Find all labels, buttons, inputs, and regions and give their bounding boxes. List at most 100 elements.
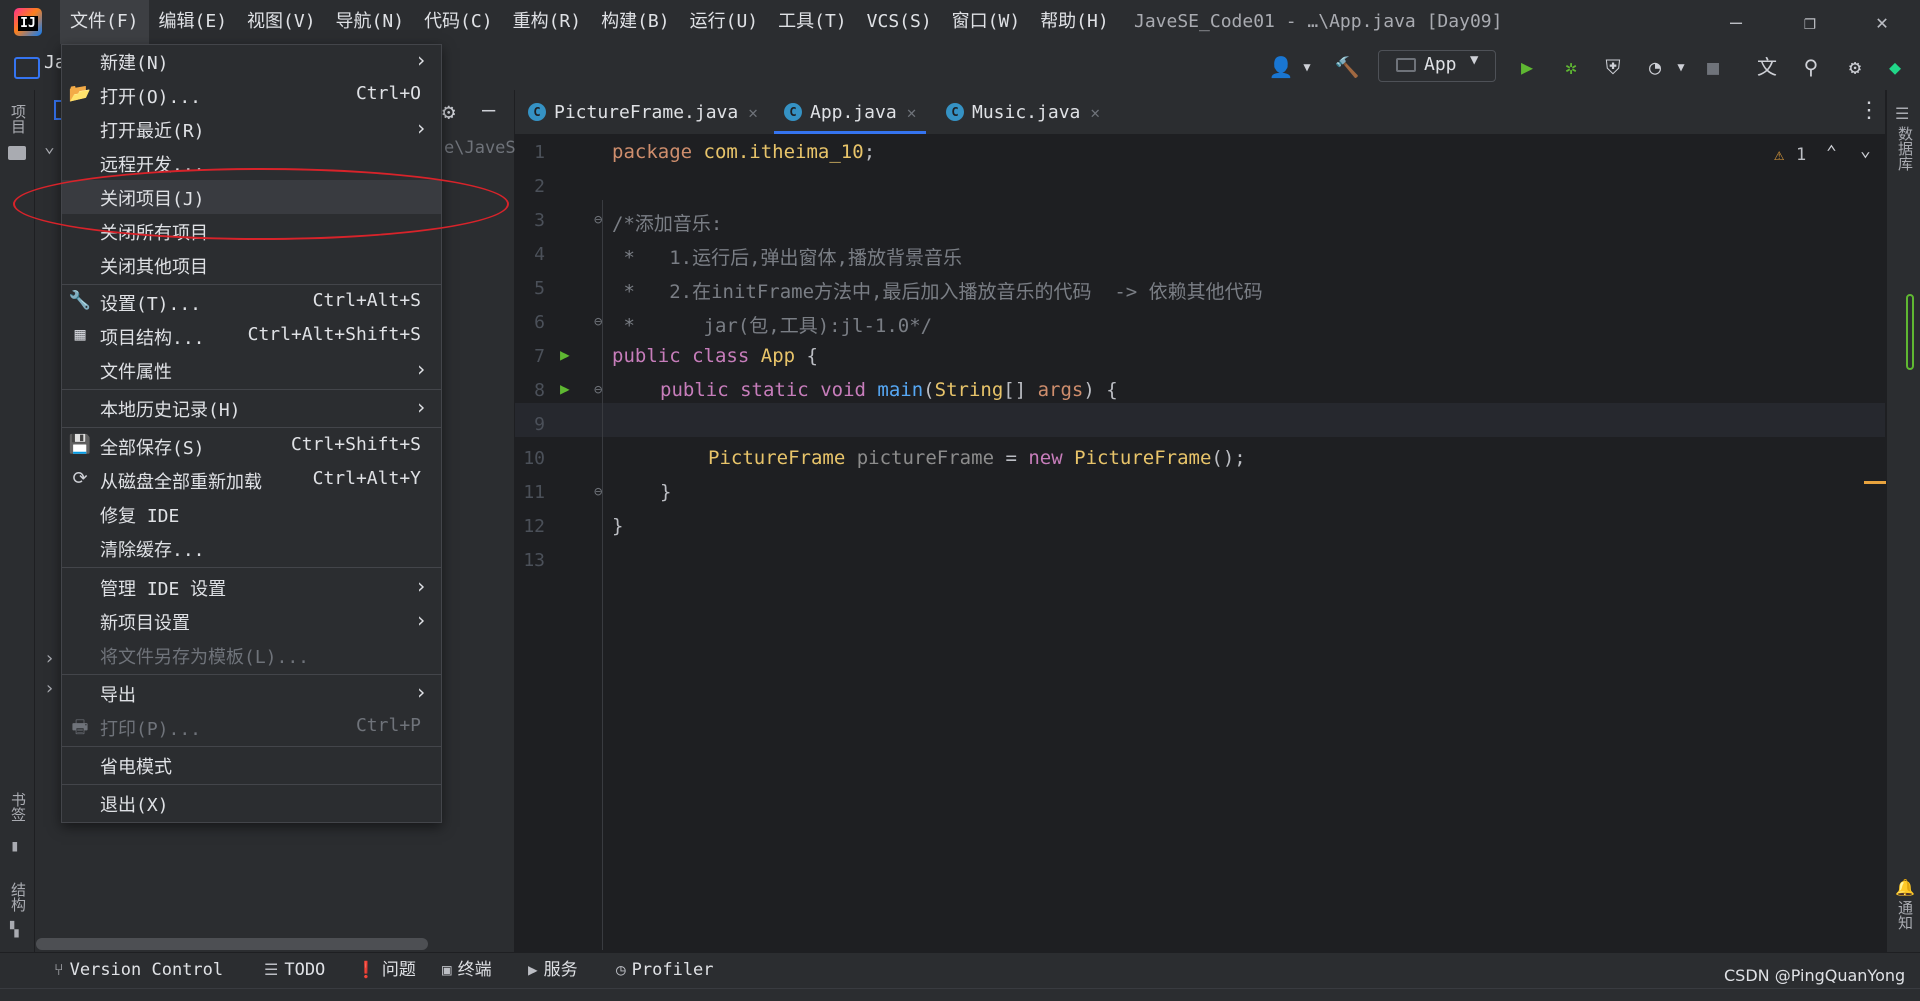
chevron-down-icon[interactable]: ▼ bbox=[1292, 52, 1322, 82]
menu-item-new[interactable]: 新建(N) › bbox=[62, 44, 441, 78]
close-icon[interactable]: ✕ bbox=[907, 103, 917, 122]
run-gutter-icon[interactable]: ▶ bbox=[560, 379, 570, 398]
menu-edit[interactable]: 编辑(E) bbox=[149, 0, 238, 44]
menu-code[interactable]: 代码(C) bbox=[414, 0, 503, 44]
project-path-fragment: e\JaveS bbox=[444, 138, 516, 158]
more-tabs-icon[interactable]: ⋮ bbox=[1858, 98, 1880, 123]
database-icon[interactable]: ☰ bbox=[1895, 104, 1909, 123]
project-widget-icon[interactable] bbox=[14, 57, 40, 79]
menu-window[interactable]: 窗口(W) bbox=[942, 0, 1031, 44]
fold-icon[interactable]: ⊖ bbox=[594, 314, 602, 330]
bell-icon[interactable]: 🔔 bbox=[1895, 878, 1915, 897]
menu-item-manage-ide-settings[interactable]: 管理 IDE 设置 › bbox=[62, 570, 441, 604]
stop-icon[interactable]: ■ bbox=[1698, 52, 1728, 82]
menu-vcs[interactable]: VCS(S) bbox=[857, 0, 942, 44]
chevron-down-icon[interactable]: ▼ bbox=[1666, 52, 1696, 82]
bookmarks-tool-label[interactable]: 书签 bbox=[8, 792, 29, 822]
translate-icon[interactable]: 文 bbox=[1752, 52, 1782, 82]
menu-item-close-other-projects[interactable]: 关闭其他项目 bbox=[62, 248, 441, 282]
line-number: 11 bbox=[523, 482, 545, 503]
terminal-tool[interactable]: ▣ 终端 bbox=[442, 952, 492, 988]
minimize-button[interactable]: — bbox=[1706, 0, 1766, 44]
warning-stripe-mark[interactable] bbox=[1864, 481, 1886, 484]
menu-refactor[interactable]: 重构(R) bbox=[503, 0, 592, 44]
restore-button[interactable]: ❐ bbox=[1780, 0, 1840, 44]
structure-icon[interactable]: ▚ bbox=[10, 922, 18, 938]
profiler-tool[interactable]: ◷ Profiler bbox=[616, 952, 714, 988]
left-tool-strip bbox=[0, 90, 35, 952]
menu-item-save-all[interactable]: 💾 全部保存(S) Ctrl+Shift+S bbox=[62, 429, 441, 463]
menu-item-invalidate-caches[interactable]: 清除缓存... bbox=[62, 531, 441, 565]
tab-pictureframe[interactable]: C PictureFrame.java ✕ bbox=[528, 90, 758, 134]
tab-label: App.java bbox=[810, 101, 897, 123]
menu-separator bbox=[62, 674, 441, 675]
todo-tool[interactable]: ☰ TODO bbox=[264, 952, 325, 988]
menu-build[interactable]: 构建(B) bbox=[591, 0, 680, 44]
tree-expand-icon[interactable]: › bbox=[44, 678, 55, 699]
menu-item-export[interactable]: 导出 › bbox=[62, 676, 441, 710]
code-line-3: /*添加音乐: bbox=[612, 213, 723, 235]
version-control-tool[interactable]: ⑂ Version Control bbox=[54, 952, 223, 988]
debug-icon[interactable]: ✲ bbox=[1556, 52, 1586, 82]
close-icon[interactable]: ✕ bbox=[1090, 103, 1100, 122]
run-icon[interactable]: ▶ bbox=[1512, 52, 1542, 82]
chevron-up-icon[interactable]: ⌃ bbox=[1826, 142, 1837, 163]
menu-item-exit[interactable]: 退出(X) bbox=[62, 786, 441, 820]
menu-item-new-project-setup[interactable]: 新项目设置 › bbox=[62, 604, 441, 638]
tab-app[interactable]: C App.java ✕ bbox=[774, 90, 927, 134]
close-icon[interactable]: ✕ bbox=[748, 103, 758, 122]
terminal-icon: ▣ bbox=[442, 960, 452, 979]
chevron-right-icon: › bbox=[414, 574, 427, 598]
close-window-button[interactable]: ✕ bbox=[1852, 0, 1912, 44]
horizontal-scrollbar[interactable] bbox=[36, 938, 428, 950]
menu-file[interactable]: 文件(F) bbox=[60, 0, 149, 44]
tab-music[interactable]: C Music.java ✕ bbox=[946, 90, 1100, 134]
folder-icon[interactable] bbox=[8, 146, 26, 160]
warning-icon[interactable]: ⚠ bbox=[1774, 145, 1784, 165]
menu-separator bbox=[62, 567, 441, 568]
vertical-scrollbar[interactable] bbox=[1906, 294, 1914, 370]
problems-tool[interactable]: ❗ 问题 bbox=[356, 952, 416, 988]
class-icon: C bbox=[946, 103, 964, 121]
code-line-11: } bbox=[660, 481, 672, 503]
menu-bar: 文件(F) 编辑(E) 视图(V) 导航(N) 代码(C) 重构(R) 构建(B… bbox=[60, 0, 1119, 44]
database-tool-label[interactable]: 数据库 bbox=[1895, 126, 1916, 171]
menu-item-power-save[interactable]: 省电模式 bbox=[62, 748, 441, 782]
build-hammer-icon[interactable]: 🔨 bbox=[1332, 52, 1362, 82]
menu-help[interactable]: 帮助(H) bbox=[1030, 0, 1119, 44]
menu-item-settings[interactable]: 🔧 设置(T)... Ctrl+Alt+S bbox=[62, 285, 441, 319]
menu-item-reload-all[interactable]: ⟳ 从磁盘全部重新加载 Ctrl+Alt+Y bbox=[62, 463, 441, 497]
line-number: 13 bbox=[523, 550, 545, 571]
gear-icon[interactable]: ⚙ bbox=[1840, 52, 1870, 82]
chevron-right-icon: › bbox=[414, 395, 427, 419]
menu-view[interactable]: 视图(V) bbox=[237, 0, 326, 44]
jetbrains-ai-icon[interactable]: ◆ bbox=[1880, 52, 1910, 82]
menu-navigate[interactable]: 导航(N) bbox=[326, 0, 415, 44]
run-gutter-icon[interactable]: ▶ bbox=[560, 345, 570, 364]
project-tool-label[interactable]: 项目 bbox=[8, 104, 29, 134]
coverage-icon[interactable]: ⛨ bbox=[1598, 52, 1628, 82]
menu-run[interactable]: 运行(U) bbox=[680, 0, 769, 44]
menu-tools[interactable]: 工具(T) bbox=[768, 0, 857, 44]
hide-panel-icon[interactable]: — bbox=[482, 98, 495, 123]
menu-item-file-properties[interactable]: 文件属性 › bbox=[62, 353, 441, 387]
notifications-tool-label[interactable]: 通知 bbox=[1895, 900, 1916, 930]
menu-item-local-history[interactable]: 本地历史记录(H) › bbox=[62, 391, 441, 425]
search-icon[interactable]: ⚲ bbox=[1796, 52, 1826, 82]
menu-item-repair-ide[interactable]: 修复 IDE bbox=[62, 497, 441, 531]
services-tool[interactable]: ▶ 服务 bbox=[528, 952, 578, 988]
chevron-down-icon[interactable]: ⌄ bbox=[1860, 140, 1871, 161]
chevron-down-icon[interactable]: ⌄ bbox=[44, 136, 55, 157]
menu-item-open-recent[interactable]: 打开最近(R) › bbox=[62, 112, 441, 146]
fold-icon[interactable]: ⊖ bbox=[594, 212, 602, 228]
gear-icon[interactable]: ⚙ bbox=[442, 100, 455, 125]
tree-expand-icon[interactable]: › bbox=[44, 648, 55, 669]
fold-icon[interactable]: ⊖ bbox=[594, 484, 602, 500]
bookmark-icon[interactable]: ▮ bbox=[10, 836, 20, 855]
fold-icon[interactable]: ⊖ bbox=[594, 382, 602, 398]
structure-tool-label[interactable]: 结构 bbox=[8, 882, 29, 912]
warning-count[interactable]: 1 bbox=[1796, 145, 1806, 165]
code-line-4: * 1.运行后,弹出窗体,播放背景音乐 bbox=[612, 247, 962, 269]
menu-item-open[interactable]: 📂 打开(O)... Ctrl+O bbox=[62, 78, 441, 112]
menu-item-project-structure[interactable]: ▦ 项目结构... Ctrl+Alt+Shift+S bbox=[62, 319, 441, 353]
